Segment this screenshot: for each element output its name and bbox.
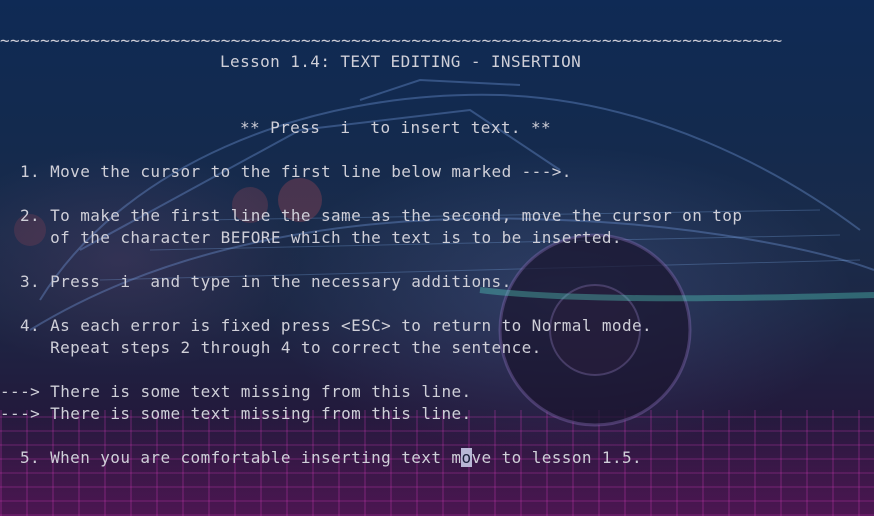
step-4-line-2: Repeat steps 2 through 4 to correct the … — [20, 338, 542, 357]
example-line-2: ---> There is some text missing from thi… — [0, 404, 472, 423]
step-2-line-2: of the character BEFORE which the text i… — [20, 228, 622, 247]
step-2-line-1: 2. To make the first line the same as th… — [20, 206, 743, 225]
step-1: 1. Move the cursor to the first line bel… — [20, 162, 572, 181]
terminal-window[interactable]: ~~~~~~~~~~~~~~~~~~~~~~~~~~~~~~~~~~~~~~~~… — [0, 0, 874, 516]
tilde-rule: ~~~~~~~~~~~~~~~~~~~~~~~~~~~~~~~~~~~~~~~~… — [0, 31, 783, 50]
lesson-subtitle: ** Press i to insert text. ** — [240, 118, 552, 137]
lesson-title: Lesson 1.4: TEXT EDITING - INSERTION — [220, 52, 582, 71]
step-5-before-cursor: 5. When you are comfortable inserting te… — [20, 448, 462, 467]
step-5-after-cursor: ve to lesson 1.5. — [471, 448, 643, 467]
step-3: 3. Press i and type in the necessary add… — [20, 272, 512, 291]
example-line-1: ---> There is some text missing from thi… — [0, 382, 472, 401]
text-cursor: o — [461, 448, 472, 467]
step-5: 5. When you are comfortable inserting te… — [20, 447, 642, 469]
step-4-line-1: 4. As each error is fixed press <ESC> to… — [20, 316, 653, 335]
